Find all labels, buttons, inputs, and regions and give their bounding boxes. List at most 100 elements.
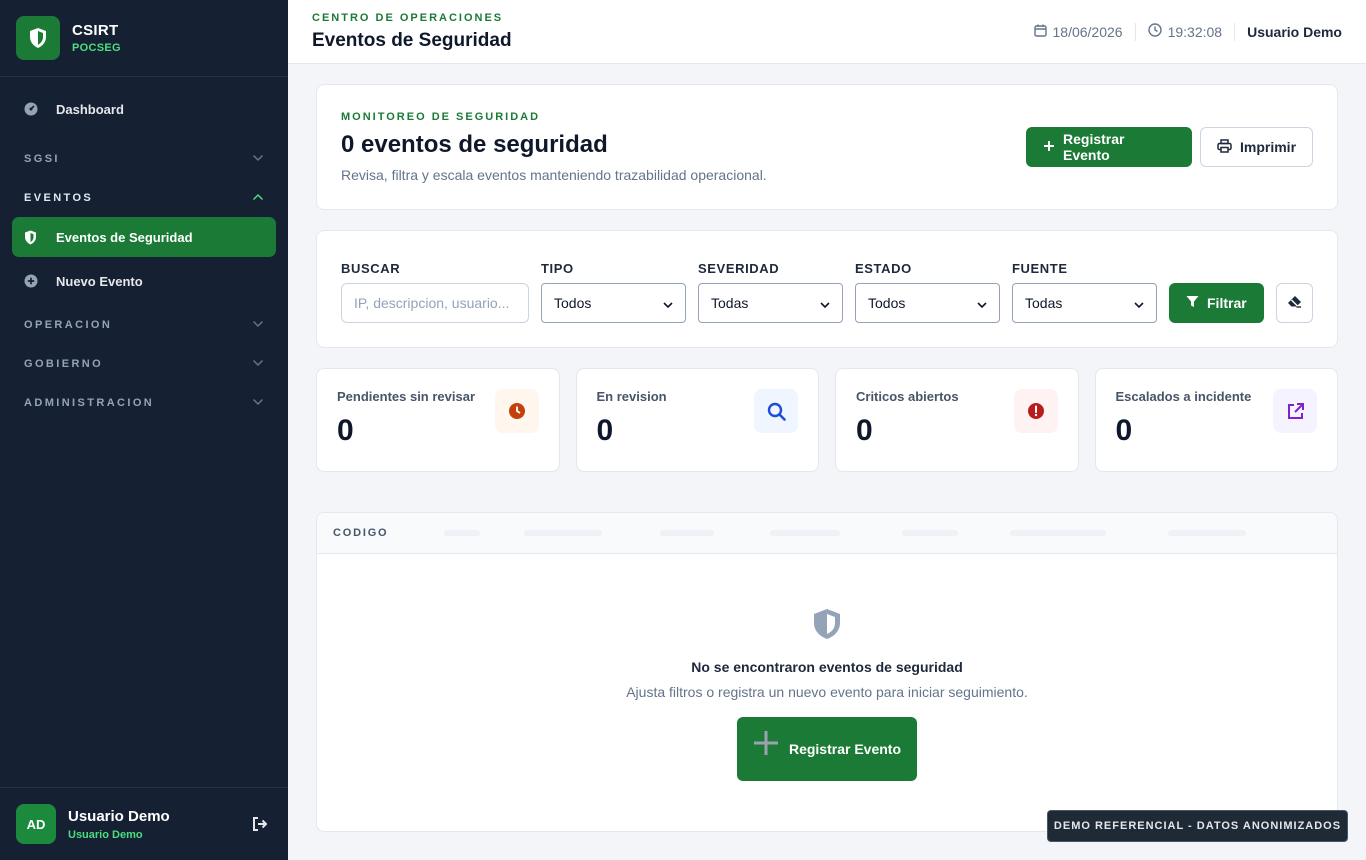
sidebar-section-eventos[interactable]: EVENTOS bbox=[0, 178, 288, 217]
chevron-down-icon bbox=[252, 153, 264, 165]
funnel-icon bbox=[1186, 295, 1199, 311]
hidden-column-placeholder bbox=[524, 530, 603, 536]
clock-icon bbox=[1147, 23, 1162, 40]
button-label: Registrar Evento bbox=[788, 741, 902, 757]
date-display: 18/06/2026 bbox=[1022, 24, 1135, 40]
user-role: Usuario Demo bbox=[68, 828, 143, 841]
print-button[interactable]: Imprimir bbox=[1200, 127, 1313, 167]
date-text: 18/06/2026 bbox=[1052, 23, 1123, 40]
stat-card-pending: Pendientes sin revisar 0 bbox=[316, 368, 560, 472]
shield-logo-icon bbox=[16, 16, 60, 60]
sidebar-section-gobierno[interactable]: GOBIERNO bbox=[0, 344, 288, 383]
hero-card: MONITOREO DE SEGURIDAD 0 eventos de segu… bbox=[316, 84, 1338, 210]
hero-description: Revisa, filtra y escala eventos mantenie… bbox=[341, 167, 767, 183]
time-display: 19:32:08 bbox=[1136, 23, 1235, 40]
sidebar-nav: Dashboard SGSI EVENTOS Eventos de Seguri… bbox=[0, 77, 288, 422]
logout-icon[interactable] bbox=[248, 812, 272, 836]
empty-register-event-button[interactable]: Registrar Evento bbox=[737, 717, 917, 781]
calendar-icon bbox=[1033, 24, 1047, 40]
main-content: MONITOREO DE SEGURIDAD 0 eventos de segu… bbox=[316, 84, 1338, 832]
hero-eyebrow: MONITOREO DE SEGURIDAD bbox=[341, 111, 541, 123]
select-value: Todas bbox=[711, 295, 749, 311]
sidebar-section-operacion[interactable]: OPERACION bbox=[0, 305, 288, 344]
section-label: EVENTOS bbox=[24, 191, 94, 204]
button-label: Registrar Evento bbox=[1063, 131, 1125, 163]
hidden-column-placeholder bbox=[660, 530, 715, 536]
status-select[interactable]: Todos bbox=[855, 283, 1000, 323]
chevron-down-icon bbox=[820, 295, 830, 311]
sidebar-item-nuevo-evento[interactable]: Nuevo Evento bbox=[12, 261, 276, 301]
column-header-code[interactable]: CODIGO bbox=[333, 527, 388, 539]
header-user[interactable]: Usuario Demo bbox=[1235, 24, 1342, 40]
external-link-icon bbox=[1273, 389, 1317, 433]
clear-filters-button[interactable] bbox=[1275, 283, 1313, 323]
chevron-down-icon bbox=[252, 397, 264, 409]
source-select[interactable]: Todas bbox=[1012, 283, 1157, 323]
sidebar-item-dashboard[interactable]: Dashboard bbox=[12, 89, 276, 129]
hidden-column-placeholder bbox=[1168, 530, 1247, 536]
chevron-down-icon bbox=[252, 319, 264, 331]
empty-state: No se encontraron eventos de seguridad A… bbox=[317, 554, 1337, 781]
sidebar-item-eventos-seguridad[interactable]: Eventos de Seguridad bbox=[12, 217, 276, 257]
plus-circle-icon bbox=[24, 274, 44, 288]
plus-icon bbox=[753, 730, 779, 759]
empty-state-description: Ajusta filtros o registra un nuevo event… bbox=[626, 684, 1028, 700]
sidebar: CSIRT POCSEG Dashboard SGSI EVENTOS Even… bbox=[0, 0, 288, 860]
search-label: BUSCAR bbox=[341, 261, 401, 276]
register-event-button[interactable]: Registrar Evento bbox=[1026, 127, 1192, 167]
avatar: AD bbox=[16, 804, 56, 844]
stat-card-in-review: En revision 0 bbox=[575, 368, 819, 472]
brand-title: CSIRT bbox=[72, 22, 119, 39]
table-header: CODIGO bbox=[317, 513, 1337, 554]
shield-icon bbox=[812, 608, 842, 645]
section-label: GOBIERNO bbox=[24, 357, 104, 370]
chevron-down-icon bbox=[663, 295, 673, 311]
brand-subtitle: POCSEG bbox=[72, 42, 121, 54]
stat-card-critical-open: Criticos abiertos 0 bbox=[835, 368, 1079, 472]
filter-button[interactable]: Filtrar bbox=[1169, 283, 1264, 323]
sidebar-item-label: Nuevo Evento bbox=[56, 273, 143, 289]
hidden-column-placeholder bbox=[770, 530, 841, 536]
filters-card: BUSCAR TIPO Todos SEVERIDAD Todas ESTADO… bbox=[316, 230, 1338, 348]
chevron-down-icon bbox=[252, 358, 264, 370]
shield-icon bbox=[24, 230, 44, 245]
stats-row: Pendientes sin revisar 0 En revision 0 C… bbox=[316, 368, 1338, 472]
dashboard-icon bbox=[24, 102, 44, 116]
hidden-column-placeholder bbox=[1010, 530, 1107, 536]
sidebar-user-panel: AD Usuario Demo Usuario Demo bbox=[0, 787, 288, 860]
sidebar-item-label: Eventos de Seguridad bbox=[56, 229, 193, 245]
button-label: Imprimir bbox=[1240, 139, 1297, 155]
select-value: Todos bbox=[554, 295, 592, 311]
brand[interactable]: CSIRT POCSEG bbox=[0, 0, 288, 77]
page-title: Eventos de Seguridad bbox=[312, 29, 512, 51]
search-input[interactable] bbox=[341, 283, 529, 323]
source-label: FUENTE bbox=[1012, 261, 1068, 276]
empty-state-title: No se encontraron eventos de seguridad bbox=[691, 659, 963, 675]
section-label: ADMINISTRACION bbox=[24, 396, 155, 409]
chevron-up-icon bbox=[252, 192, 264, 204]
severity-select[interactable]: Todas bbox=[698, 283, 843, 323]
eraser-icon bbox=[1287, 295, 1302, 311]
clock-icon bbox=[494, 389, 539, 433]
time-text: 19:32:08 bbox=[1167, 23, 1223, 40]
button-label: Filtrar bbox=[1207, 295, 1247, 311]
severity-label: SEVERIDAD bbox=[698, 261, 780, 276]
status-label: ESTADO bbox=[855, 261, 912, 276]
printer-icon bbox=[1217, 138, 1232, 156]
top-bar: CENTRO DE OPERACIONES Eventos de Segurid… bbox=[288, 0, 1366, 64]
type-label: TIPO bbox=[541, 261, 574, 276]
chevron-down-icon bbox=[977, 295, 987, 311]
sidebar-section-sgsi[interactable]: SGSI bbox=[0, 139, 288, 178]
hidden-column-placeholder bbox=[444, 530, 481, 536]
events-table: CODIGO No se encontraron eventos de segu… bbox=[316, 512, 1338, 832]
hero-title: 0 eventos de seguridad bbox=[341, 131, 608, 158]
hidden-column-placeholder bbox=[902, 530, 959, 536]
demo-banner: DEMO REFERENCIAL - DATOS ANONIMIZADOS bbox=[1047, 810, 1348, 842]
type-select[interactable]: Todos bbox=[541, 283, 686, 323]
header-eyebrow: CENTRO DE OPERACIONES bbox=[312, 11, 504, 24]
section-label: SGSI bbox=[24, 152, 60, 165]
select-value: Todas bbox=[1025, 295, 1063, 311]
sidebar-item-label: Dashboard bbox=[56, 101, 124, 117]
sidebar-section-administracion[interactable]: ADMINISTRACION bbox=[0, 383, 288, 422]
chevron-down-icon bbox=[1134, 295, 1144, 311]
